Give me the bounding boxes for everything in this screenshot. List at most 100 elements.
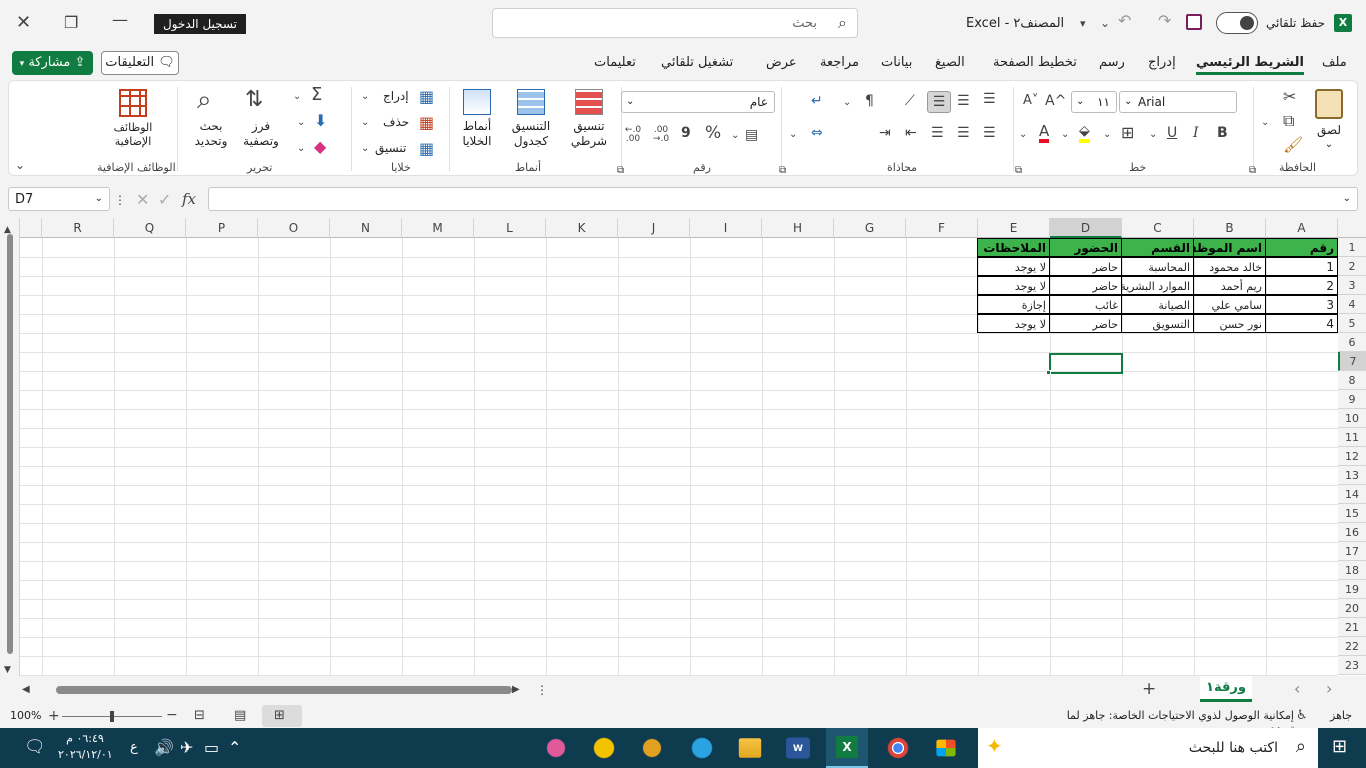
- row-header[interactable]: 13: [1338, 466, 1366, 485]
- tab-insert[interactable]: إدراج: [1148, 55, 1176, 70]
- word-icon[interactable]: W: [786, 737, 810, 759]
- table-cell[interactable]: المحاسبة: [1121, 257, 1194, 276]
- column-header[interactable]: K: [546, 218, 618, 238]
- tab-split-icon[interactable]: ⋮: [536, 682, 548, 698]
- table-cell[interactable]: الموارد البشرية: [1121, 276, 1194, 295]
- row-header[interactable]: 10: [1338, 409, 1366, 428]
- chrome-icon[interactable]: [882, 734, 914, 762]
- previous-sheet-icon[interactable]: ‹: [1294, 681, 1300, 697]
- row-header[interactable]: 19: [1338, 580, 1366, 599]
- table-cell[interactable]: نور حسن: [1193, 314, 1266, 333]
- row-header[interactable]: 23: [1338, 656, 1366, 675]
- table-header-cell[interactable]: اسم الموظف: [1193, 238, 1266, 257]
- number-dialog-launcher-icon[interactable]: ⧉: [617, 163, 624, 179]
- airplane-mode-icon[interactable]: ✈: [180, 740, 193, 756]
- column-header[interactable]: G: [834, 218, 906, 238]
- column-header[interactable]: R: [42, 218, 114, 238]
- add-sheet-icon[interactable]: +: [1142, 681, 1156, 698]
- scroll-left-icon[interactable]: ◀: [22, 682, 30, 698]
- font-size-select[interactable]: ⌄ ١١: [1071, 91, 1117, 113]
- row-header[interactable]: 15: [1338, 504, 1366, 523]
- table-header-cell[interactable]: القسم: [1121, 238, 1194, 257]
- orientation-icon[interactable]: ⌄: [843, 95, 851, 111]
- zoom-slider-thumb[interactable]: [110, 711, 114, 722]
- italic-icon[interactable]: I: [1193, 125, 1199, 141]
- active-cell-selection[interactable]: [1049, 353, 1123, 374]
- tab-data[interactable]: بيانات: [881, 55, 912, 70]
- customize-toolbar-icon[interactable]: ⌄: [1100, 15, 1110, 31]
- row-header[interactable]: 3: [1338, 276, 1366, 295]
- fill-icon[interactable]: ⬇: [314, 113, 327, 129]
- column-header[interactable]: N: [330, 218, 402, 238]
- save-icon[interactable]: [1186, 14, 1202, 30]
- borders-dropdown-icon[interactable]: ⌄: [1103, 127, 1111, 143]
- tab-page-layout[interactable]: تخطيط الصفحة: [993, 55, 1077, 70]
- vertical-scrollbar-thumb[interactable]: [7, 234, 13, 654]
- conditional-format-button[interactable]: تنسيق شرطي: [561, 85, 617, 155]
- sum-icon[interactable]: Σ: [311, 86, 322, 104]
- cancel-entry-icon[interactable]: ✕: [136, 192, 149, 208]
- align-right-icon[interactable]: ☰: [983, 125, 996, 141]
- tab-home[interactable]: الشريط الرئيسي: [1196, 55, 1304, 75]
- row-header[interactable]: 8: [1338, 371, 1366, 390]
- tab-file[interactable]: ملف: [1322, 55, 1347, 70]
- horizontal-scrollbar-thumb[interactable]: [56, 686, 512, 694]
- excel-taskbar-button[interactable]: X: [826, 728, 868, 768]
- row-header[interactable]: 7: [1338, 352, 1366, 371]
- table-cell[interactable]: التسويق: [1121, 314, 1194, 333]
- signin-button[interactable]: تسجيل الدخول: [154, 14, 246, 34]
- row-header[interactable]: 16: [1338, 523, 1366, 542]
- underline-icon[interactable]: U: [1167, 125, 1177, 141]
- more-options-icon[interactable]: ⋮: [114, 192, 126, 208]
- sheet-tab[interactable]: ورقة١: [1200, 676, 1252, 702]
- sort-filter-button[interactable]: ⇅ فرز وتصفية: [235, 85, 287, 155]
- row-header[interactable]: 2: [1338, 257, 1366, 276]
- row-header[interactable]: 17: [1338, 542, 1366, 561]
- underline-dropdown-icon[interactable]: ⌄: [1149, 127, 1157, 143]
- decrease-indent-icon[interactable]: ⇤: [905, 125, 917, 141]
- scroll-right-icon[interactable]: ▶: [512, 682, 520, 698]
- align-left-icon[interactable]: ☰: [931, 125, 944, 141]
- redo-icon[interactable]: ↷: [1158, 13, 1171, 29]
- column-header[interactable]: F: [906, 218, 978, 238]
- paste-button[interactable]: لصق ⌄: [1307, 85, 1351, 155]
- copy-dropdown-icon[interactable]: ⌄: [1261, 115, 1269, 131]
- minimize-window-icon[interactable]: —: [112, 12, 128, 28]
- clipboard-dialog-launcher-icon[interactable]: ⧉: [1249, 163, 1256, 179]
- store-icon[interactable]: [936, 739, 956, 757]
- row-header[interactable]: 21: [1338, 618, 1366, 637]
- zoom-slider[interactable]: [62, 711, 162, 722]
- row-header[interactable]: 20: [1338, 599, 1366, 618]
- wrap-text-icon[interactable]: ↵: [811, 93, 823, 109]
- table-cell[interactable]: خالد محمود: [1193, 257, 1266, 276]
- align-bottom-icon[interactable]: ☰: [927, 91, 951, 113]
- tab-view[interactable]: عرض: [766, 55, 797, 70]
- autosave-toggle[interactable]: [1216, 12, 1258, 34]
- cut-icon[interactable]: ✂: [1283, 89, 1296, 105]
- table-cell[interactable]: الصيانة: [1121, 295, 1194, 314]
- table-header-cell[interactable]: رقم: [1265, 238, 1338, 257]
- tab-automate[interactable]: تشغيل تلقائي: [661, 55, 733, 70]
- font-dialog-launcher-icon[interactable]: ⧉: [1015, 163, 1022, 179]
- chevron-down-icon[interactable]: ▾: [1080, 16, 1086, 32]
- font-color-dropdown-icon[interactable]: ⌄: [1019, 127, 1027, 143]
- row-header[interactable]: 11: [1338, 428, 1366, 447]
- table-cell[interactable]: 4: [1265, 314, 1338, 333]
- merge-center-icon[interactable]: ⇔: [811, 125, 823, 141]
- table-header-cell[interactable]: الحضور: [1049, 238, 1122, 257]
- shrink-font-icon[interactable]: A˅: [1023, 93, 1038, 109]
- table-cell[interactable]: ريم أحمد: [1193, 276, 1266, 295]
- clock[interactable]: ٠٦:٤٩ م ٢٠٢٦/١٢/٠١: [58, 731, 113, 763]
- snipping-tool-icon[interactable]: [540, 734, 572, 762]
- row-header[interactable]: 12: [1338, 447, 1366, 466]
- align-top-icon[interactable]: ☰: [983, 91, 996, 107]
- increase-decimal-icon[interactable]: ←.0.00: [623, 126, 643, 144]
- clear-icon[interactable]: ◆: [314, 139, 326, 155]
- apps-icon[interactable]: [636, 734, 668, 762]
- addins-button[interactable]: الوظائف الإضافية: [105, 85, 161, 155]
- table-cell[interactable]: لا يوجد: [977, 276, 1050, 295]
- zoom-out-icon[interactable]: −: [166, 707, 178, 723]
- zoom-level[interactable]: 100%: [10, 709, 41, 722]
- column-header[interactable]: O: [258, 218, 330, 238]
- tab-review[interactable]: مراجعة: [820, 55, 859, 70]
